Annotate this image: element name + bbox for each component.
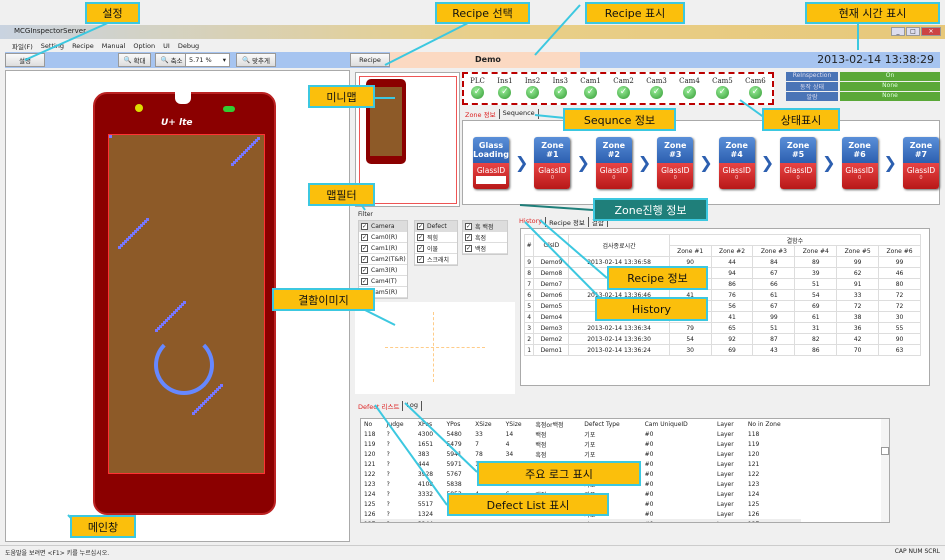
callout-main: 메인창 xyxy=(70,515,136,538)
callout-state: 상태표시 xyxy=(762,108,840,131)
callout-log: 주요 로그 표시 xyxy=(477,461,641,486)
callout-mapfilter: 맵필터 xyxy=(308,183,375,206)
callout-defect-list: Defect List 표시 xyxy=(447,493,609,516)
callout-sequence: Sequnce 정보 xyxy=(563,108,676,131)
callout-recipe-show: Recipe 표시 xyxy=(585,2,685,24)
callout-recipe-select: Recipe 선택 xyxy=(435,2,530,24)
callout-lines xyxy=(24,4,859,526)
callout-clock: 현재 시간 표시 xyxy=(805,2,940,24)
callout-settings: 설정 xyxy=(85,2,140,24)
callout-minimap: 미니맵 xyxy=(308,85,375,108)
callout-zone: Zone진행 정보 xyxy=(593,198,708,221)
callout-recipe-info: Recipe 정보 xyxy=(607,266,708,290)
callout-defect-image: 결함이미지 xyxy=(272,288,375,311)
callout-history: History xyxy=(595,297,708,321)
